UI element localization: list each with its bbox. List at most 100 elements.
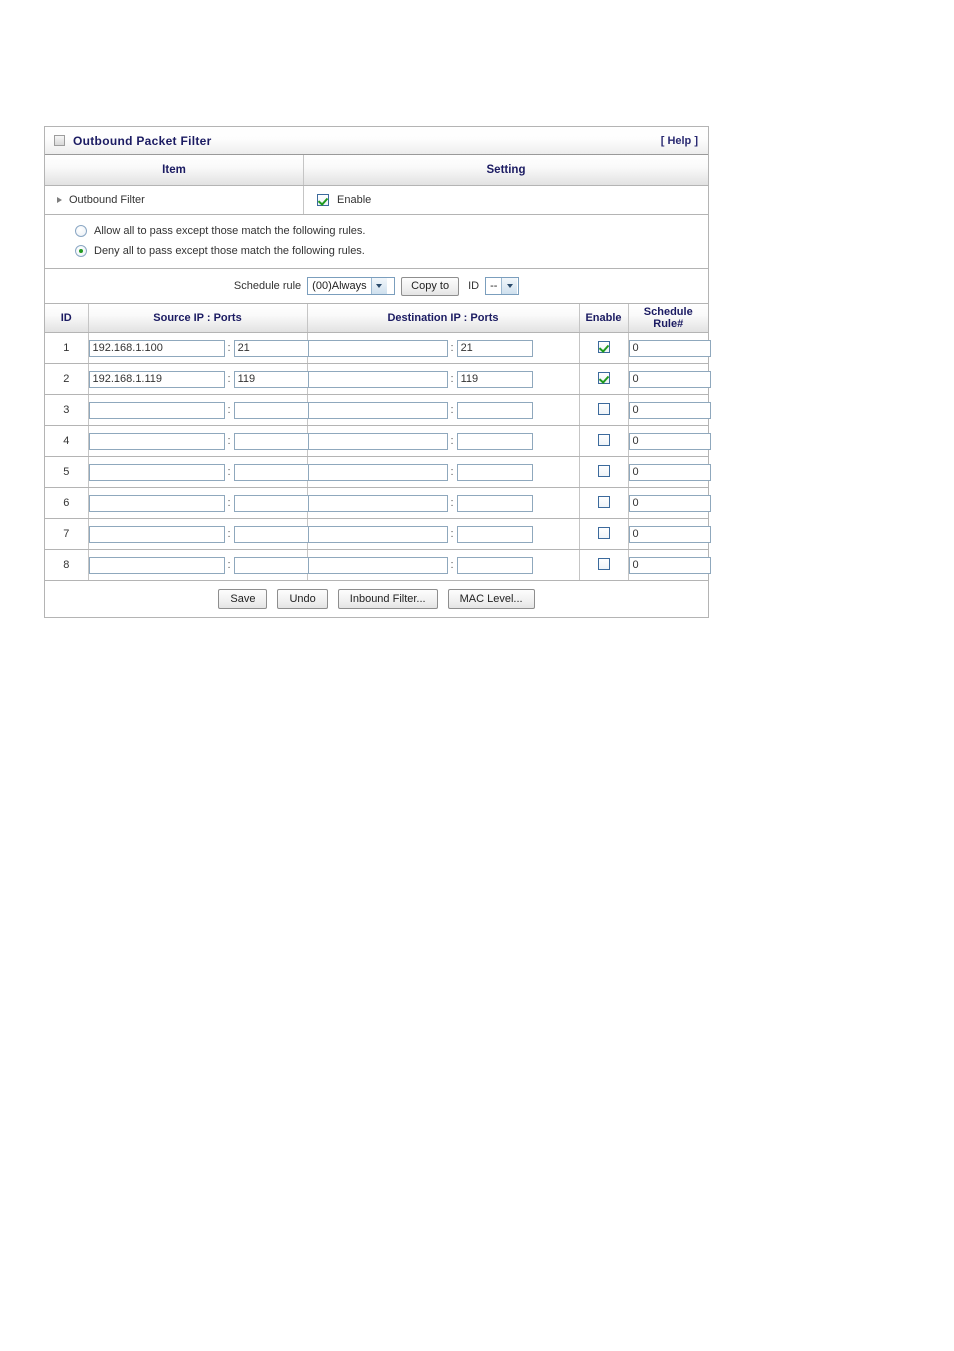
colon-separator: : — [227, 342, 231, 354]
rule-enable-checkbox[interactable] — [597, 340, 610, 353]
filter-rules-table: ID Source IP : Ports Destination IP : Po… — [45, 304, 711, 581]
enable-cell — [579, 425, 629, 457]
destination-port-input[interactable] — [456, 401, 533, 419]
destination-port-input[interactable] — [456, 525, 533, 543]
source-cell: : — [88, 549, 310, 581]
destination-ip-input[interactable] — [307, 401, 448, 419]
destination-port-input[interactable] — [456, 339, 533, 357]
mac-level-button[interactable]: MAC Level... — [447, 589, 535, 609]
schedule-rule-input[interactable] — [628, 525, 711, 543]
schedule-id-label: ID — [468, 280, 480, 292]
destination-cell: : — [307, 332, 580, 364]
row-id-cell: 6 — [45, 487, 89, 519]
chevron-down-icon — [370, 278, 387, 294]
page-title: Outbound Packet Filter — [73, 133, 212, 148]
source-port-input[interactable] — [233, 401, 310, 419]
destination-port-input[interactable] — [456, 556, 533, 574]
source-port-input[interactable] — [233, 525, 310, 543]
source-cell: : — [88, 518, 310, 550]
source-ip-input[interactable] — [88, 525, 225, 543]
schedule-rule-cell — [628, 332, 711, 364]
source-port-input[interactable] — [233, 339, 310, 357]
save-button[interactable]: Save — [218, 589, 268, 609]
source-port-input[interactable] — [233, 463, 310, 481]
colon-separator: : — [450, 559, 454, 571]
rule-enable-checkbox[interactable] — [597, 371, 610, 384]
header-id: ID — [45, 304, 89, 333]
destination-ip-input[interactable] — [307, 370, 448, 388]
policy-allow-radio[interactable] — [75, 225, 87, 237]
source-ip-input[interactable] — [88, 463, 225, 481]
header-schedule-rule: Schedule Rule# — [628, 304, 708, 333]
policy-deny-option[interactable]: Deny all to pass except those match the … — [45, 241, 708, 261]
source-port-input[interactable] — [233, 494, 310, 512]
source-cell: : — [88, 394, 310, 426]
colon-separator: : — [450, 373, 454, 385]
colon-separator: : — [450, 497, 454, 509]
rule-enable-checkbox[interactable] — [597, 495, 610, 508]
schedule-rule-cell — [628, 518, 711, 550]
enable-cell — [579, 518, 629, 550]
rule-enable-checkbox[interactable] — [597, 464, 610, 477]
outbound-filter-enable-checkbox[interactable] — [317, 194, 329, 206]
schedule-rule-input[interactable] — [628, 339, 711, 357]
colon-separator: : — [450, 528, 454, 540]
destination-port-input[interactable] — [456, 463, 533, 481]
schedule-rule-input[interactable] — [628, 556, 711, 574]
source-ip-input[interactable] — [88, 370, 225, 388]
destination-cell: : — [307, 394, 580, 426]
schedule-rule-input[interactable] — [628, 401, 711, 419]
outbound-filter-row: Outbound Filter Enable — [45, 186, 708, 215]
schedule-rule-input[interactable] — [628, 370, 711, 388]
policy-deny-radio[interactable] — [75, 245, 87, 257]
table-row: 6:: — [45, 487, 711, 519]
destination-ip-input[interactable] — [307, 432, 448, 450]
help-link[interactable]: [ Help ] — [661, 135, 698, 147]
policy-radio-group: Allow all to pass except those match the… — [45, 215, 708, 269]
enable-cell — [579, 549, 629, 581]
rule-enable-checkbox[interactable] — [597, 433, 610, 446]
source-port-input[interactable] — [233, 432, 310, 450]
inbound-filter-button[interactable]: Inbound Filter... — [337, 589, 438, 609]
row-id-cell: 1 — [45, 332, 89, 364]
schedule-rule-select[interactable]: (00)Always — [307, 277, 396, 295]
table-row: 2:: — [45, 363, 711, 395]
rule-enable-checkbox[interactable] — [597, 557, 610, 570]
source-ip-input[interactable] — [88, 494, 225, 512]
colon-separator: : — [450, 404, 454, 416]
schedule-rule-row: Schedule rule (00)Always Copy to ID -- — [45, 269, 708, 304]
source-port-input[interactable] — [233, 556, 310, 574]
colon-separator: : — [450, 342, 454, 354]
source-ip-input[interactable] — [88, 401, 225, 419]
source-ip-input[interactable] — [88, 432, 225, 450]
source-port-input[interactable] — [233, 370, 310, 388]
colon-separator: : — [227, 528, 231, 540]
source-ip-input[interactable] — [88, 339, 225, 357]
rule-enable-checkbox[interactable] — [597, 526, 610, 539]
policy-allow-option[interactable]: Allow all to pass except those match the… — [45, 221, 708, 241]
destination-ip-input[interactable] — [307, 556, 448, 574]
colon-separator: : — [450, 435, 454, 447]
destination-port-input[interactable] — [456, 432, 533, 450]
outbound-filter-label-cell: Outbound Filter — [45, 186, 304, 214]
column-header-setting: Setting — [486, 164, 526, 176]
destination-port-input[interactable] — [456, 494, 533, 512]
enable-cell — [579, 394, 629, 426]
row-id-cell: 7 — [45, 518, 89, 550]
schedule-rule-input[interactable] — [628, 432, 711, 450]
source-ip-input[interactable] — [88, 556, 225, 574]
destination-ip-input[interactable] — [307, 339, 448, 357]
copy-to-button[interactable]: Copy to — [401, 276, 460, 296]
destination-port-input[interactable] — [456, 370, 533, 388]
destination-ip-input[interactable] — [307, 525, 448, 543]
schedule-id-select[interactable]: -- — [485, 277, 520, 295]
undo-button[interactable]: Undo — [277, 589, 328, 609]
rule-enable-checkbox[interactable] — [597, 402, 610, 415]
row-id-cell: 2 — [45, 363, 89, 395]
destination-ip-input[interactable] — [307, 463, 448, 481]
colon-separator: : — [450, 466, 454, 478]
destination-ip-input[interactable] — [307, 494, 448, 512]
schedule-rule-input[interactable] — [628, 494, 711, 512]
schedule-rule-input[interactable] — [628, 463, 711, 481]
outbound-filter-setting-cell: Enable — [304, 186, 708, 214]
